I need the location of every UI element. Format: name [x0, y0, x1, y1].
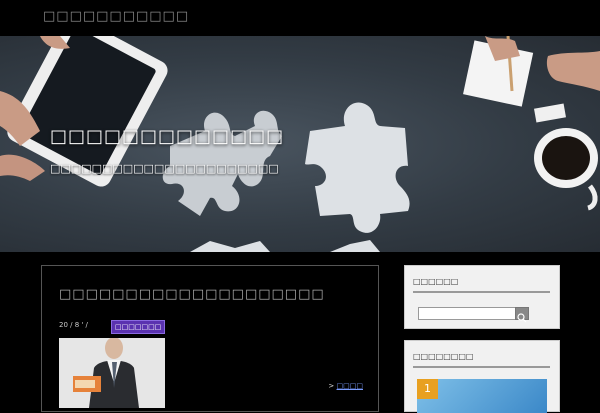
chevron-right-icon: > — [328, 382, 335, 390]
search-button[interactable] — [515, 307, 529, 323]
hero-banner: □□□□□□□□□□□□□ □□□□□□□□□□□□□□□□□□□□□□ — [0, 36, 600, 252]
divider — [413, 291, 550, 293]
businessman-image — [59, 338, 165, 408]
puzzle-bottom — [190, 240, 380, 252]
ranking-item-image[interactable]: 1 — [417, 379, 547, 413]
search-icon — [517, 313, 527, 323]
category-badge[interactable]: □□□□□□□ — [111, 320, 166, 334]
search-widget: □□□□□□ — [404, 265, 560, 329]
rank-number-badge: 1 — [417, 379, 438, 399]
hand-right — [546, 51, 600, 91]
site-title[interactable]: □□□□□□□□□□□ — [43, 9, 189, 24]
read-more-label: □□□□ — [336, 382, 363, 390]
puzzle-right — [305, 102, 410, 233]
coffee-cup-illustration — [534, 128, 598, 211]
ranking-widget: □□□□□□□□ 1 — [404, 340, 560, 413]
post-card: □□□□□□□□□□□□□□□□□□□□ 20 / 8 ' / □□□□□□□ … — [41, 265, 379, 412]
post-title[interactable]: □□□□□□□□□□□□□□□□□□□□ — [59, 287, 325, 302]
site-header: □□□□□□□□□□□ — [0, 0, 600, 36]
hero-title: □□□□□□□□□□□□□ — [50, 126, 285, 147]
read-more-link[interactable]: > □□□□ — [328, 382, 363, 390]
post-thumbnail[interactable] — [59, 338, 165, 408]
notepad-illustration — [463, 36, 534, 107]
ranking-widget-title: □□□□□□□□ — [413, 352, 474, 361]
post-date: 20 / 8 ' / — [59, 321, 88, 329]
search-widget-title: □□□□□□ — [413, 277, 459, 286]
divider — [413, 366, 550, 368]
eraser-illustration — [534, 103, 566, 123]
search-input[interactable] — [418, 307, 516, 320]
hero-subtitle: □□□□□□□□□□□□□□□□□□□□□□ — [50, 162, 279, 175]
